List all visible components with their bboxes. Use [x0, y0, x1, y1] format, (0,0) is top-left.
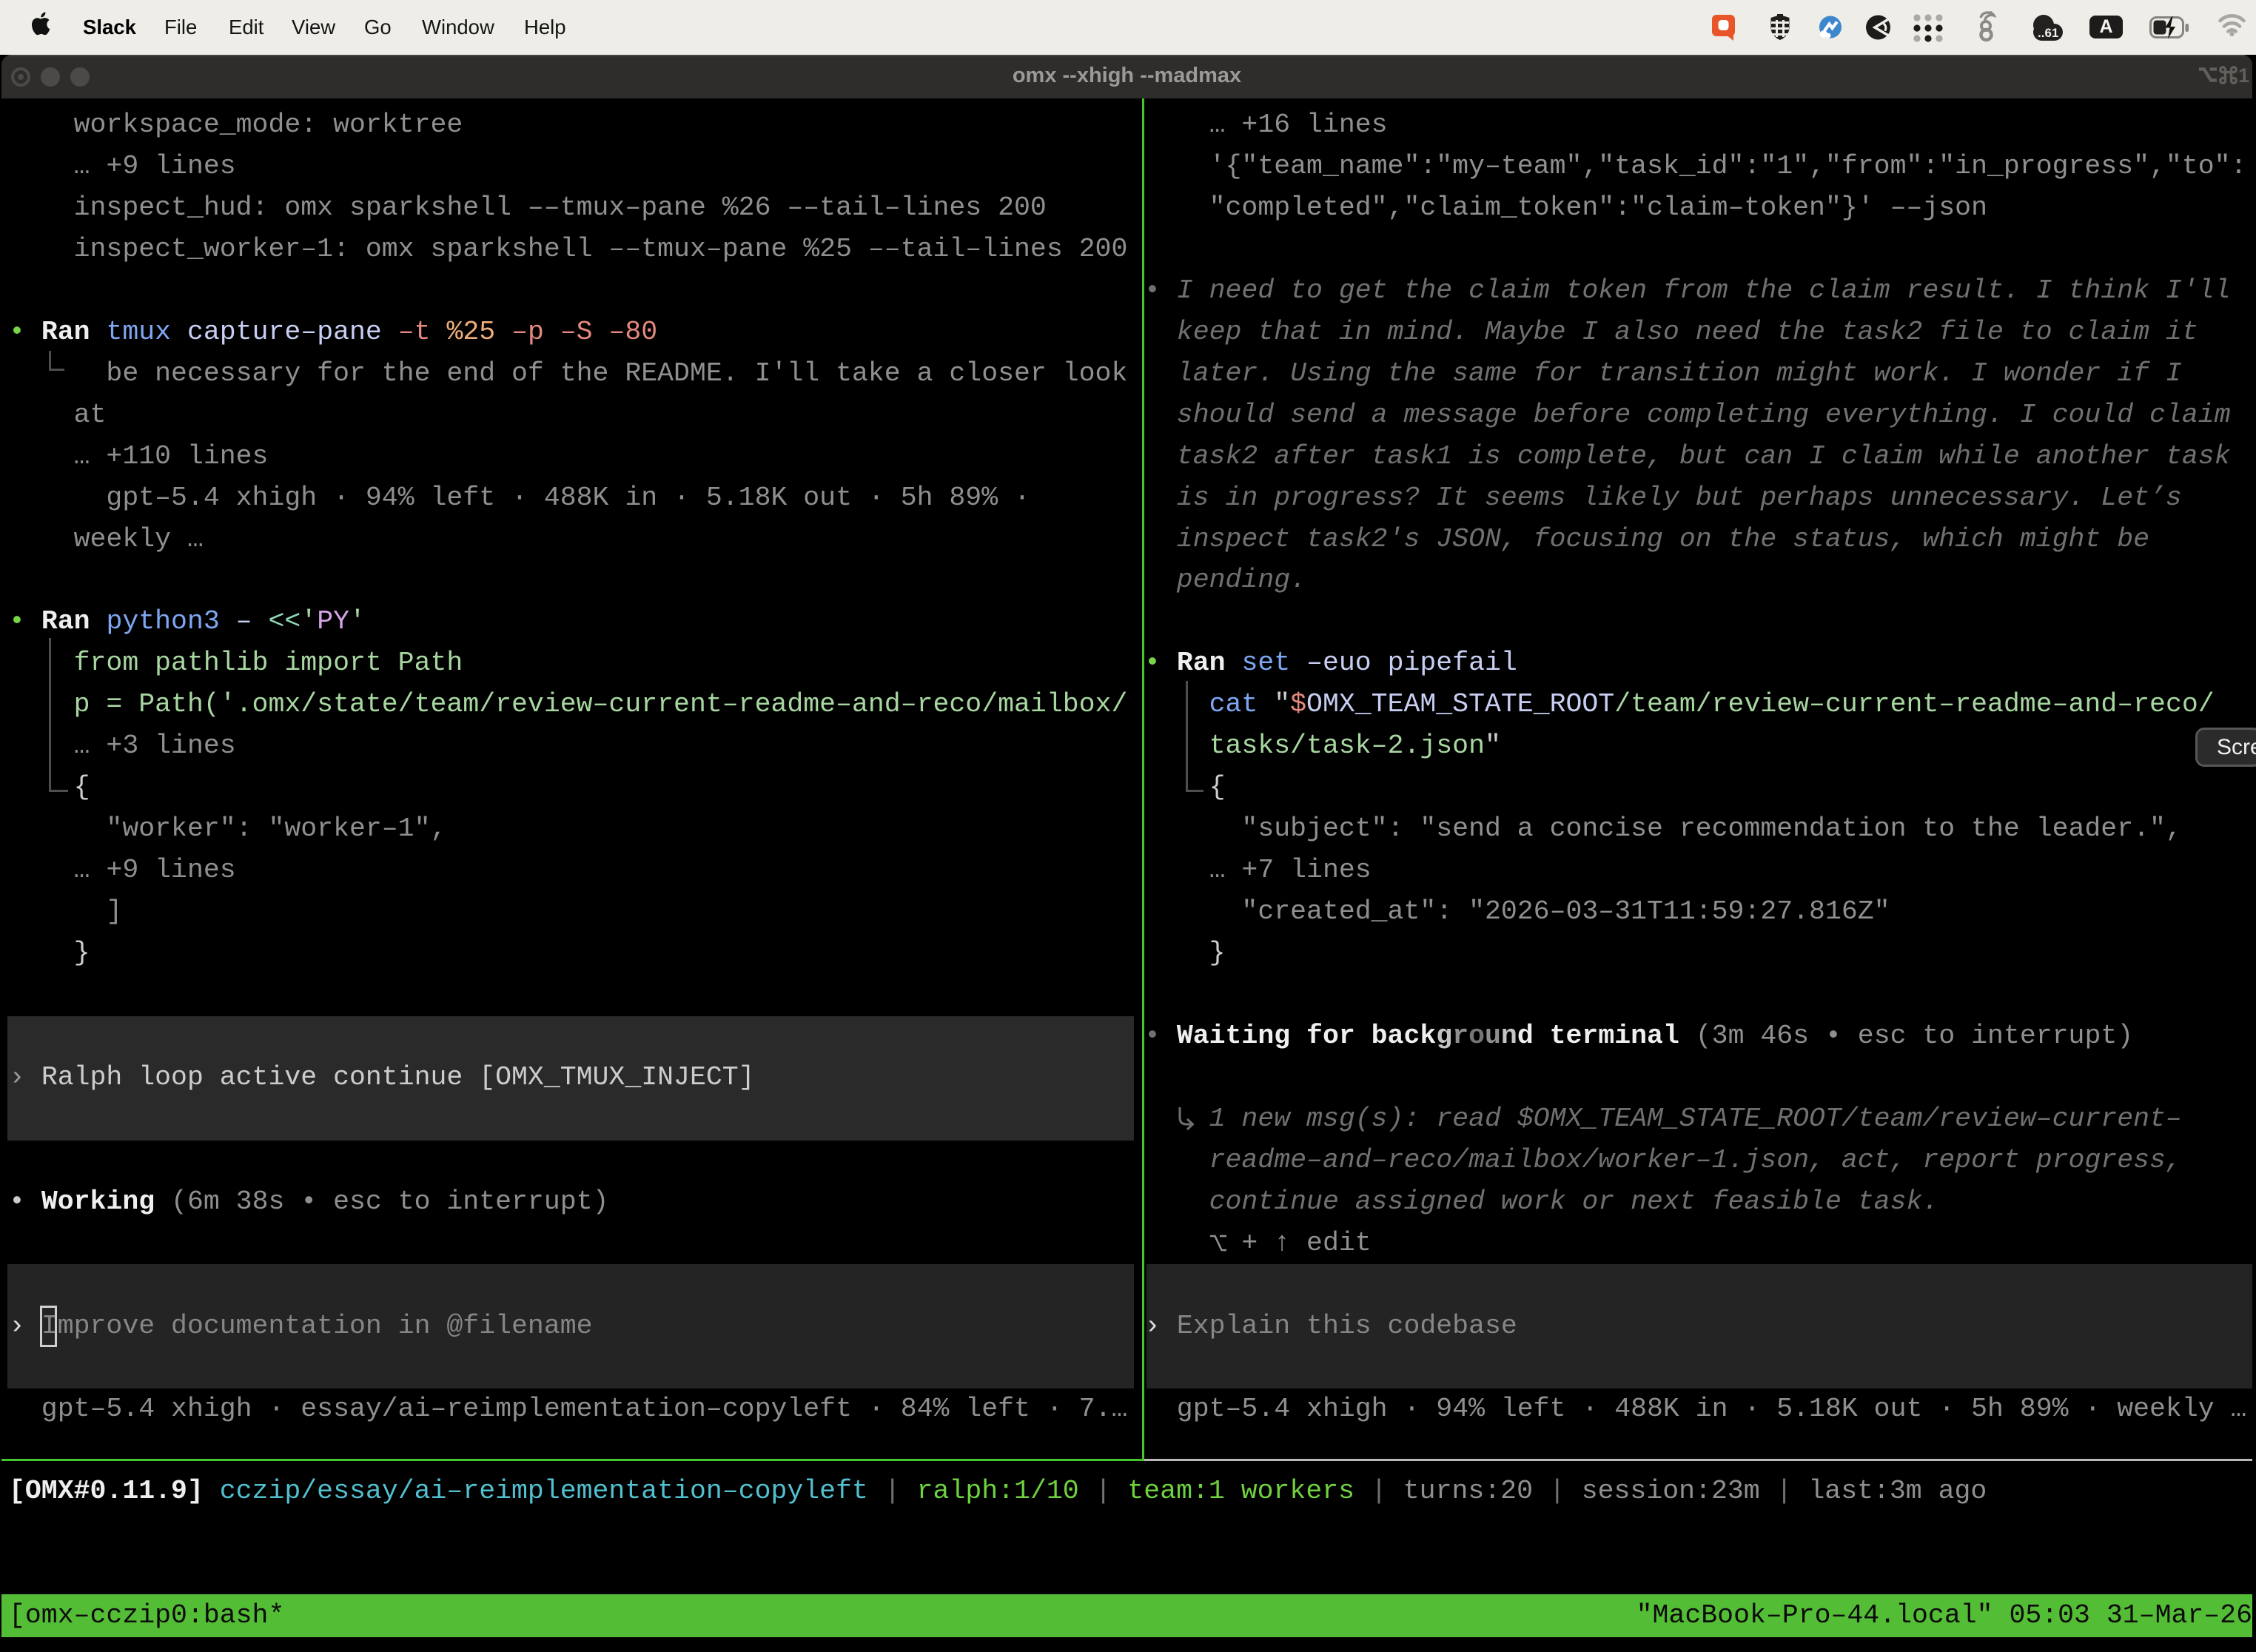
- svg-text:..61: ..61: [2038, 26, 2058, 40]
